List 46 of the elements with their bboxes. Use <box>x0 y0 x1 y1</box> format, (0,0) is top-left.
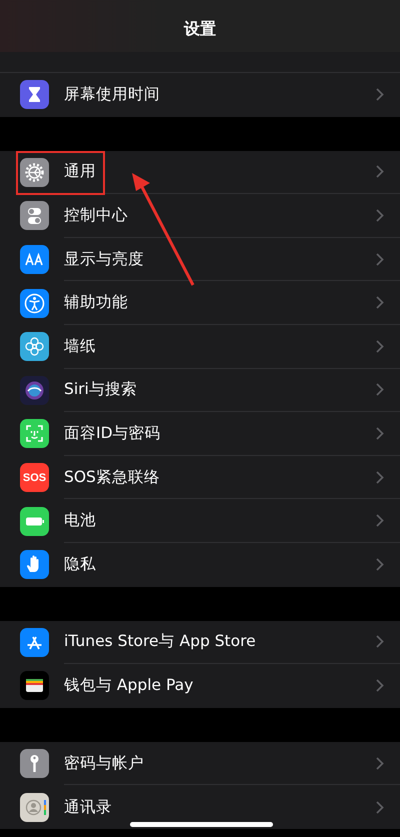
chevron-icon <box>376 426 384 440</box>
wallet-icon <box>20 671 49 700</box>
contact-book-icon <box>20 792 49 822</box>
settings-item[interactable]: 通用 <box>64 161 96 182</box>
settings-item[interactable]: 面容ID与密码 <box>64 422 161 444</box>
key-icon <box>20 749 49 778</box>
chevron-icon <box>376 470 384 484</box>
chevron-icon <box>376 756 384 770</box>
settings-item[interactable]: iTunes Store与 App Store <box>64 631 256 652</box>
chevron-icon <box>376 383 384 396</box>
hand-icon <box>20 550 49 580</box>
settings-item[interactable]: SOS紧急联络 <box>64 466 160 488</box>
sos-icon: SOS <box>20 463 49 492</box>
hourglass-icon <box>20 80 49 110</box>
gear-icon <box>20 158 49 187</box>
chevron-icon <box>376 208 384 222</box>
chevron-icon <box>376 165 384 178</box>
accessibility-person-icon <box>20 288 49 318</box>
battery-icon <box>20 506 49 536</box>
flower-icon <box>20 332 49 362</box>
settings-item[interactable]: 钱包与 Apple Pay <box>64 675 194 696</box>
settings-item[interactable]: 通讯录 <box>64 796 112 818</box>
settings-item[interactable]: 隐私 <box>64 554 96 576</box>
face-frame-icon <box>20 419 49 448</box>
settings-item[interactable]: 屏幕使用时间 <box>64 84 160 106</box>
settings-item[interactable]: Siri与搜索 <box>64 379 137 400</box>
chevron-icon <box>376 514 384 528</box>
settings-item[interactable]: 辅助功能 <box>64 292 128 314</box>
settings-item[interactable]: 控制中心 <box>64 204 128 226</box>
settings-item[interactable]: 电池 <box>64 510 96 532</box>
toggle-switches-icon <box>20 201 49 230</box>
page-title: 设置 <box>184 18 216 40</box>
settings-item[interactable]: 墙纸 <box>64 336 96 357</box>
chevron-icon <box>376 635 384 648</box>
settings-item[interactable]: 显示与亮度 <box>64 248 144 270</box>
chevron-icon <box>376 800 384 814</box>
chevron-icon <box>376 558 384 572</box>
chevron-icon <box>376 679 384 692</box>
chevron-icon <box>376 88 384 102</box>
chevron-icon <box>376 340 384 353</box>
chevron-icon <box>376 252 384 266</box>
app-store-icon <box>20 628 49 657</box>
text-size-icon <box>20 245 49 274</box>
chevron-icon <box>376 296 384 310</box>
orb-icon <box>20 376 49 405</box>
settings-item[interactable]: 密码与帐户 <box>64 752 144 774</box>
